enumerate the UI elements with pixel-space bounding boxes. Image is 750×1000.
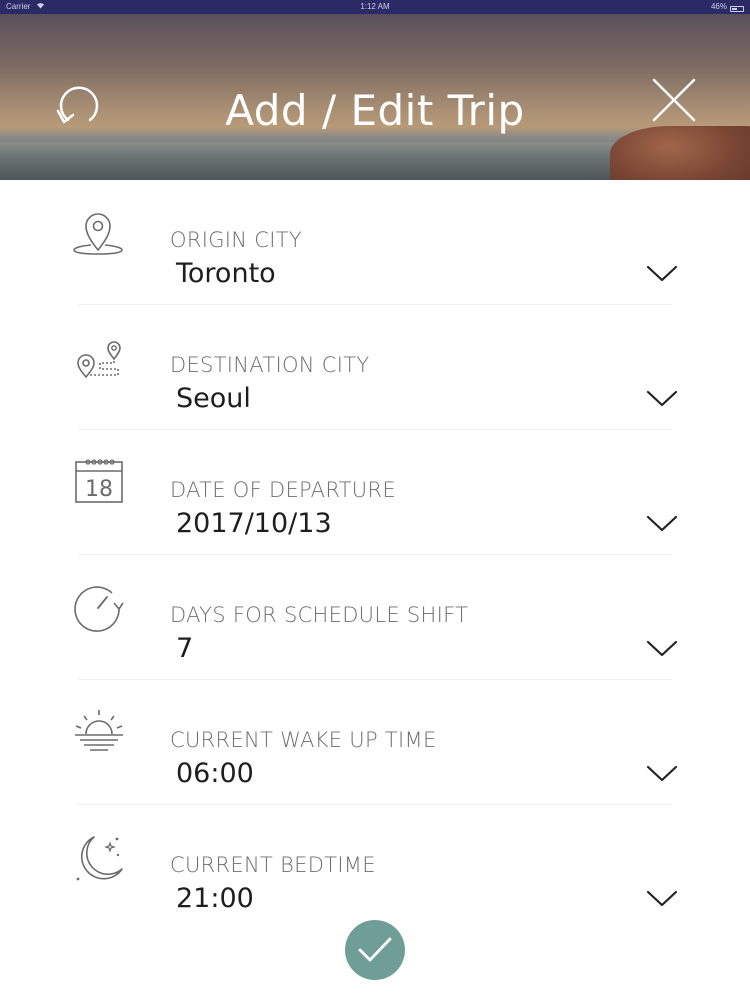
bedtime-label: CURRENT BEDTIME: [170, 853, 376, 877]
status-bar: Carrier 1:12 AM 46%: [0, 0, 750, 14]
wake-up-time-field[interactable]: CURRENT WAKE UP TIME 06:00: [0, 680, 750, 805]
clock-shift-icon: [70, 579, 130, 635]
battery-indicator: 46%: [711, 0, 744, 14]
close-button[interactable]: [648, 74, 700, 126]
trip-form: ORIGIN CITY Toronto DESTINATION CITY Seo…: [0, 180, 750, 930]
confirm-button[interactable]: [345, 920, 405, 980]
checkmark-icon: [358, 937, 392, 962]
wake-up-time-label: CURRENT WAKE UP TIME: [170, 728, 437, 752]
status-time: 1:12 AM: [360, 2, 390, 11]
destination-city-field[interactable]: DESTINATION CITY Seoul: [0, 305, 750, 430]
schedule-shift-label: DAYS FOR SCHEDULE SHIFT: [170, 603, 469, 627]
bedtime-value[interactable]: 21:00: [176, 883, 254, 914]
departure-date-value[interactable]: 2017/10/13: [176, 508, 332, 539]
schedule-shift-field[interactable]: DAYS FOR SCHEDULE SHIFT 7: [0, 555, 750, 680]
chevron-down-icon[interactable]: [645, 389, 679, 409]
page-title: Add / Edit Trip: [225, 86, 525, 135]
route-icon: [70, 329, 130, 385]
battery-icon: [730, 6, 744, 12]
calendar-day-text: 18: [85, 477, 113, 502]
origin-city-label: ORIGIN CITY: [170, 228, 302, 252]
chevron-down-icon[interactable]: [645, 889, 679, 909]
chevron-down-icon[interactable]: [645, 639, 679, 659]
origin-city-field[interactable]: ORIGIN CITY Toronto: [0, 180, 750, 305]
chevron-down-icon[interactable]: [645, 514, 679, 534]
moon-icon: [70, 829, 130, 885]
calendar-icon: 18: [70, 454, 130, 510]
origin-city-value[interactable]: Toronto: [176, 258, 276, 289]
sunrise-icon: [70, 704, 130, 760]
schedule-shift-value[interactable]: 7: [176, 633, 193, 664]
wake-up-time-value[interactable]: 06:00: [176, 758, 254, 789]
destination-city-value[interactable]: Seoul: [176, 383, 251, 414]
header-banner: Add / Edit Trip: [0, 14, 750, 180]
battery-percent: 46%: [710, 2, 727, 11]
departure-date-field[interactable]: 18 DATE OF DEPARTURE 2017/10/13: [0, 430, 750, 555]
close-icon: [652, 78, 696, 122]
chevron-down-icon[interactable]: [645, 264, 679, 284]
destination-city-label: DESTINATION CITY: [170, 353, 370, 377]
bedtime-field[interactable]: CURRENT BEDTIME 21:00: [0, 805, 750, 930]
departure-date-label: DATE OF DEPARTURE: [170, 478, 396, 502]
location-pin-icon: [70, 204, 130, 260]
chevron-down-icon[interactable]: [645, 764, 679, 784]
